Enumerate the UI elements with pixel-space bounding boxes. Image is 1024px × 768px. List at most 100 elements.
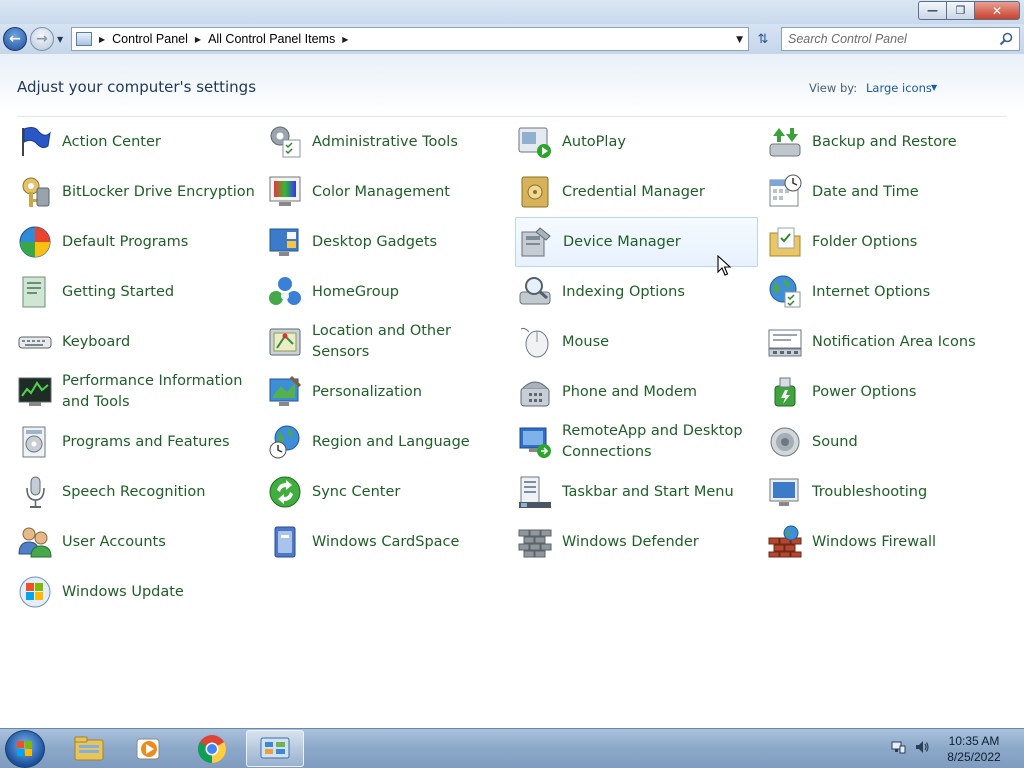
item-homegroup[interactable]: HomeGroup — [265, 267, 508, 317]
minimize-button[interactable]: — — [918, 1, 946, 20]
breadcrumb-all-items[interactable]: All Control Panel Items — [208, 32, 335, 46]
refresh-button[interactable]: ⇅ — [751, 27, 775, 51]
item-default-programs[interactable]: Default Programs — [15, 217, 258, 267]
view-by-dropdown[interactable]: Large icons — [866, 81, 932, 95]
item-label: Notification Area Icons — [812, 333, 976, 350]
item-windows-defender[interactable]: Windows Defender — [515, 517, 758, 567]
magnifier-icon — [517, 274, 553, 310]
cardspace-icon — [267, 524, 303, 560]
item-label: Sound — [812, 433, 858, 450]
search-box[interactable] — [781, 27, 1020, 51]
item-color-management[interactable]: Color Management — [265, 167, 508, 217]
item-remoteapp-and-desktop-connections[interactable]: RemoteApp and Desktop Connections — [515, 417, 758, 467]
item-region-and-language[interactable]: Region and Language — [265, 417, 508, 467]
item-label: Taskbar and Start Menu — [562, 483, 734, 500]
media-player-icon — [136, 738, 160, 759]
control-panel-icon — [260, 737, 290, 758]
taskbar-explorer[interactable] — [60, 730, 118, 767]
microphone-icon — [17, 474, 53, 510]
mouse-cursor-icon — [717, 255, 731, 276]
address-bar[interactable]: ▶ Control Panel ▶ All Control Panel Item… — [71, 27, 749, 51]
item-credential-manager[interactable]: Credential Manager — [515, 167, 758, 217]
network-icon[interactable] — [890, 739, 906, 755]
update-icon — [17, 574, 53, 610]
clock[interactable]: 10:35 AM 8/25/2022 — [930, 733, 1018, 765]
notification-icon — [767, 324, 803, 360]
item-power-options[interactable]: Power Options — [765, 367, 1008, 417]
item-label: Indexing Options — [562, 283, 685, 300]
item-getting-started[interactable]: Getting Started — [15, 267, 258, 317]
keyboard-icon — [17, 324, 53, 360]
maximize-button[interactable]: ❐ — [946, 1, 974, 20]
clock-date: 8/25/2022 — [947, 750, 1001, 764]
start-button[interactable] — [5, 730, 45, 768]
item-autoplay[interactable]: AutoPlay — [515, 117, 758, 167]
item-location-and-other-sensors[interactable]: Location and Other Sensors — [265, 317, 508, 367]
item-administrative-tools[interactable]: Administrative Tools — [265, 117, 508, 167]
breadcrumb-arrow-icon[interactable]: ▶ — [342, 35, 348, 44]
color-icon — [267, 174, 303, 210]
item-keyboard[interactable]: Keyboard — [15, 317, 258, 367]
item-label: Region and Language — [312, 433, 470, 450]
address-dropdown-icon[interactable]: ▼ — [736, 35, 743, 45]
minimize-icon: — — [927, 4, 938, 17]
item-label: HomeGroup — [312, 283, 399, 300]
close-button[interactable]: ✕ — [974, 1, 1020, 20]
search-input[interactable] — [788, 31, 988, 47]
item-date-and-time[interactable]: Date and Time — [765, 167, 1008, 217]
troubleshoot-icon — [767, 474, 803, 510]
item-user-accounts[interactable]: User Accounts — [15, 517, 258, 567]
taskbar-chrome[interactable] — [183, 730, 241, 767]
item-personalization[interactable]: Personalization — [265, 367, 508, 417]
breadcrumb-arrow-icon[interactable]: ▶ — [195, 35, 201, 44]
folder-icon — [767, 224, 803, 260]
item-performance-information-and-tools[interactable]: Performance Information and Tools — [15, 367, 258, 417]
item-sound[interactable]: Sound — [765, 417, 1008, 467]
item-label: Personalization — [312, 383, 422, 400]
item-backup-and-restore[interactable]: Backup and Restore — [765, 117, 1008, 167]
breadcrumb-arrow-icon[interactable]: ▶ — [99, 35, 105, 44]
item-label: Windows CardSpace — [312, 533, 460, 550]
item-label: Device Manager — [563, 233, 681, 250]
users-icon — [17, 524, 53, 560]
recent-pages-dropdown[interactable]: ▼ — [57, 35, 63, 44]
item-label: Internet Options — [812, 283, 931, 300]
volume-icon[interactable] — [914, 739, 930, 755]
item-windows-firewall[interactable]: Windows Firewall — [765, 517, 1008, 567]
arrow-right-icon: → — [36, 31, 48, 47]
item-internet-options[interactable]: Internet Options — [765, 267, 1008, 317]
key-icon — [17, 174, 53, 210]
item-action-center[interactable]: Action Center — [15, 117, 258, 167]
flag-icon — [17, 124, 53, 160]
item-desktop-gadgets[interactable]: Desktop Gadgets — [265, 217, 508, 267]
remote-icon — [517, 424, 553, 460]
item-notification-area-icons[interactable]: Notification Area Icons — [765, 317, 1008, 367]
search-icon[interactable] — [999, 32, 1013, 46]
breadcrumb-control-panel[interactable]: Control Panel — [112, 32, 188, 46]
taskbar-media-player[interactable] — [120, 730, 178, 767]
item-programs-and-features[interactable]: Programs and Features — [15, 417, 258, 467]
item-speech-recognition[interactable]: Speech Recognition — [15, 467, 258, 517]
personalization-icon — [267, 374, 303, 410]
item-folder-options[interactable]: Folder Options — [765, 217, 1008, 267]
item-troubleshooting[interactable]: Troubleshooting — [765, 467, 1008, 517]
item-label: Troubleshooting — [812, 483, 928, 500]
item-bitlocker-drive-encryption[interactable]: BitLocker Drive Encryption — [15, 167, 258, 217]
title-bar: — ❐ ✕ — [0, 0, 1024, 24]
chevron-down-icon[interactable]: ▼ — [931, 83, 937, 92]
item-label: Desktop Gadgets — [312, 233, 438, 250]
back-button[interactable]: ← — [3, 27, 27, 51]
globe-icon — [767, 274, 803, 310]
item-sync-center[interactable]: Sync Center — [265, 467, 508, 517]
item-mouse[interactable]: Mouse — [515, 317, 758, 367]
item-label: AutoPlay — [562, 133, 626, 150]
item-windows-cardspace[interactable]: Windows CardSpace — [265, 517, 508, 567]
forward-button[interactable]: → — [30, 27, 54, 51]
item-label: Windows Update — [62, 583, 184, 600]
item-phone-and-modem[interactable]: Phone and Modem — [515, 367, 758, 417]
view-by-label: View by: — [809, 81, 858, 95]
item-windows-update[interactable]: Windows Update — [15, 567, 258, 617]
item-taskbar-and-start-menu[interactable]: Taskbar and Start Menu — [515, 467, 758, 517]
taskbar-control-panel[interactable] — [246, 730, 304, 767]
window-controls: — ❐ ✕ — [918, 1, 1020, 20]
